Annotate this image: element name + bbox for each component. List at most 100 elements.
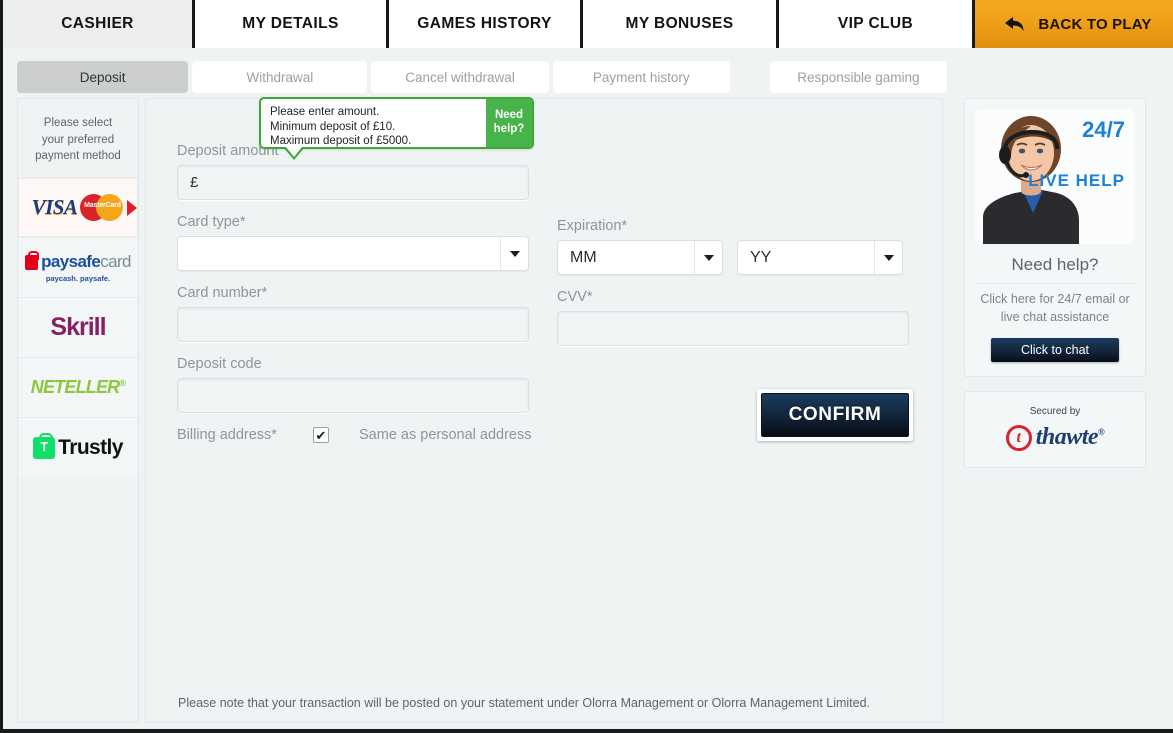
neteller-logo-icon: NETELLER®	[30, 377, 126, 398]
right-sidebar: 24/7 LIVE HELP Need help? Click here for…	[964, 98, 1146, 482]
cashier-sub-tab-bar: Deposit Withdrawal Cancel withdrawal Pay…	[17, 61, 947, 93]
tooltip-line-2: Minimum deposit of £10.	[270, 120, 396, 133]
deposit-amount-value: £	[190, 174, 199, 191]
trustly-logo-icon: Trustly	[33, 432, 123, 460]
mastercard-logo-icon: MasterCard	[80, 194, 124, 222]
card-type-select[interactable]	[177, 236, 529, 271]
deposit-amount-group: Deposit amount £	[177, 143, 537, 200]
subtab-withdrawal-label: Withdrawal	[246, 69, 314, 85]
cvv-input[interactable]	[557, 311, 909, 346]
lock-icon	[25, 250, 40, 270]
paysafecard-logo-icon: paysafe card paycash. paysafe.	[25, 250, 131, 283]
thawte-brand-label: thawte®	[1035, 424, 1105, 450]
card-number-label: Card number*	[177, 285, 268, 301]
subtab-responsible-gaming-label: Responsible gaming	[797, 69, 920, 85]
tab-vip-club-label: VIP CLUB	[837, 15, 914, 32]
card-type-chevron[interactable]	[500, 237, 528, 270]
tooltip-line-1: Please enter amount.	[270, 106, 380, 118]
seal-secured-by-label: Secured by	[1029, 406, 1081, 417]
thawte-mark-icon: t	[1005, 424, 1032, 451]
card-number-input[interactable]	[177, 307, 529, 342]
tab-my-details-label: MY DETAILS	[242, 15, 339, 32]
click-to-chat-button[interactable]: Click to chat	[991, 338, 1119, 362]
expiration-year-value: YY	[750, 248, 772, 266]
deposit-amount-input[interactable]: £	[177, 165, 529, 200]
subtab-payment-history[interactable]: Payment history	[552, 61, 730, 93]
billing-same-as-personal-checkbox[interactable]: ✔	[313, 427, 329, 443]
primary-tab-bar: CASHIER MY DETAILS GAMES HISTORY MY BONU…	[3, 0, 1173, 48]
visa-logo-icon: VISA	[31, 195, 78, 220]
tab-vip-club[interactable]: VIP CLUB	[779, 0, 975, 48]
confirm-button-label: CONFIRM	[788, 404, 882, 425]
skrill-logo-icon: Skrill	[50, 313, 106, 342]
deposit-amount-tooltip: Please enter amount. Minimum deposit of …	[259, 97, 534, 160]
need-help-button[interactable]: Need help?	[486, 99, 532, 147]
support-agent-photo: 24/7 LIVE HELP	[975, 109, 1135, 244]
tab-my-details[interactable]: MY DETAILS	[195, 0, 389, 48]
payment-method-trustly[interactable]: Trustly	[18, 417, 138, 478]
subtab-deposit[interactable]: Deposit	[17, 61, 189, 93]
tab-cashier-label: CASHIER	[61, 15, 134, 32]
live-help-card[interactable]: 24/7 LIVE HELP Need help? Click here for…	[964, 98, 1146, 377]
need-help-button-line-1: Need	[494, 109, 524, 122]
payment-method-skrill[interactable]: Skrill	[18, 297, 138, 358]
subtab-withdrawal[interactable]: Withdrawal	[192, 61, 368, 93]
payment-method-sidebar: Please select your preferred payment met…	[17, 98, 139, 723]
expiration-year-chevron[interactable]	[874, 241, 902, 274]
deposit-form-panel: Deposit amount £ Card type* Card number*	[145, 98, 943, 723]
card-type-group: Card type*	[177, 214, 537, 271]
cvv-label: CVV*	[557, 289, 593, 305]
subtab-cancel-withdrawal-label: Cancel withdrawal	[405, 69, 515, 85]
badge-live-help: LIVE HELP	[1028, 171, 1125, 190]
transaction-statement-note: Please note that your transaction will b…	[178, 696, 871, 710]
confirm-button-frame: CONFIRM	[757, 389, 913, 441]
deposit-code-group: Deposit code	[177, 356, 537, 413]
tab-my-bonuses-label: MY BONUSES	[625, 15, 734, 32]
billing-address-row: Billing address* ✔ Same as personal addr…	[177, 427, 537, 443]
trustly-padlock-icon	[33, 432, 56, 459]
deposit-code-label: Deposit code	[177, 356, 262, 372]
tab-cashier[interactable]: CASHIER	[3, 0, 195, 48]
payment-method-visa-mastercard[interactable]: VISA MasterCard	[18, 177, 138, 238]
card-number-group: Card number*	[177, 285, 537, 342]
payment-method-hint: Please select your preferred payment met…	[35, 117, 121, 163]
tooltip-pointer	[283, 147, 305, 160]
need-help-title: Need help?	[975, 255, 1135, 284]
payment-method-neteller[interactable]: NETELLER®	[18, 357, 138, 418]
expiration-label: Expiration*	[557, 218, 628, 234]
click-to-chat-label: Click to chat	[1020, 343, 1090, 357]
thawte-security-seal: Secured by t thawte®	[964, 391, 1146, 468]
billing-address-label: Billing address*	[177, 427, 277, 443]
tab-my-bonuses[interactable]: MY BONUSES	[583, 0, 779, 48]
back-arrow-icon	[1005, 17, 1024, 31]
cvv-group: CVV*	[557, 289, 927, 346]
deposit-form-right-column: Expiration* MM YY CVV*	[557, 218, 927, 360]
cashier-page: CASHIER MY DETAILS GAMES HISTORY MY BONU…	[0, 0, 1173, 733]
expiration-month-select[interactable]: MM	[557, 240, 723, 275]
deposit-form-left-column: Deposit amount £ Card type* Card number*	[177, 143, 537, 443]
expiration-group: Expiration* MM YY	[557, 218, 927, 275]
billing-same-as-personal-label: Same as personal address	[359, 427, 532, 443]
tab-games-history-label: GAMES HISTORY	[417, 15, 552, 32]
chevron-down-icon	[883, 254, 894, 261]
payment-method-paysafecard[interactable]: paysafe card paycash. paysafe.	[18, 237, 138, 298]
subtab-payment-history-label: Payment history	[592, 69, 690, 85]
confirm-button[interactable]: CONFIRM	[761, 393, 909, 437]
subtab-deposit-label: Deposit	[79, 69, 126, 85]
need-help-subtitle: Click here for 24/7 email or live chat a…	[980, 292, 1130, 324]
deposit-code-input[interactable]	[177, 378, 529, 413]
back-to-play-button[interactable]: BACK TO PLAY	[975, 0, 1173, 48]
tab-games-history[interactable]: GAMES HISTORY	[389, 0, 583, 48]
chevron-down-icon	[703, 254, 714, 261]
expiration-year-select[interactable]: YY	[737, 240, 903, 275]
badge-24-7: 24/7	[1082, 117, 1125, 142]
card-type-label: Card type*	[177, 214, 246, 230]
subtab-cancel-withdrawal[interactable]: Cancel withdrawal	[371, 61, 549, 93]
expiration-month-value: MM	[570, 248, 597, 266]
back-to-play-label: BACK TO PLAY	[1038, 15, 1152, 33]
subtab-responsible-gaming[interactable]: Responsible gaming	[769, 61, 947, 93]
selected-method-arrow-icon	[127, 199, 137, 216]
deposit-amount-tooltip-text: Please enter amount. Minimum deposit of …	[261, 99, 486, 147]
need-help-button-line-2: help?	[493, 123, 525, 135]
expiration-month-chevron[interactable]	[694, 241, 722, 274]
